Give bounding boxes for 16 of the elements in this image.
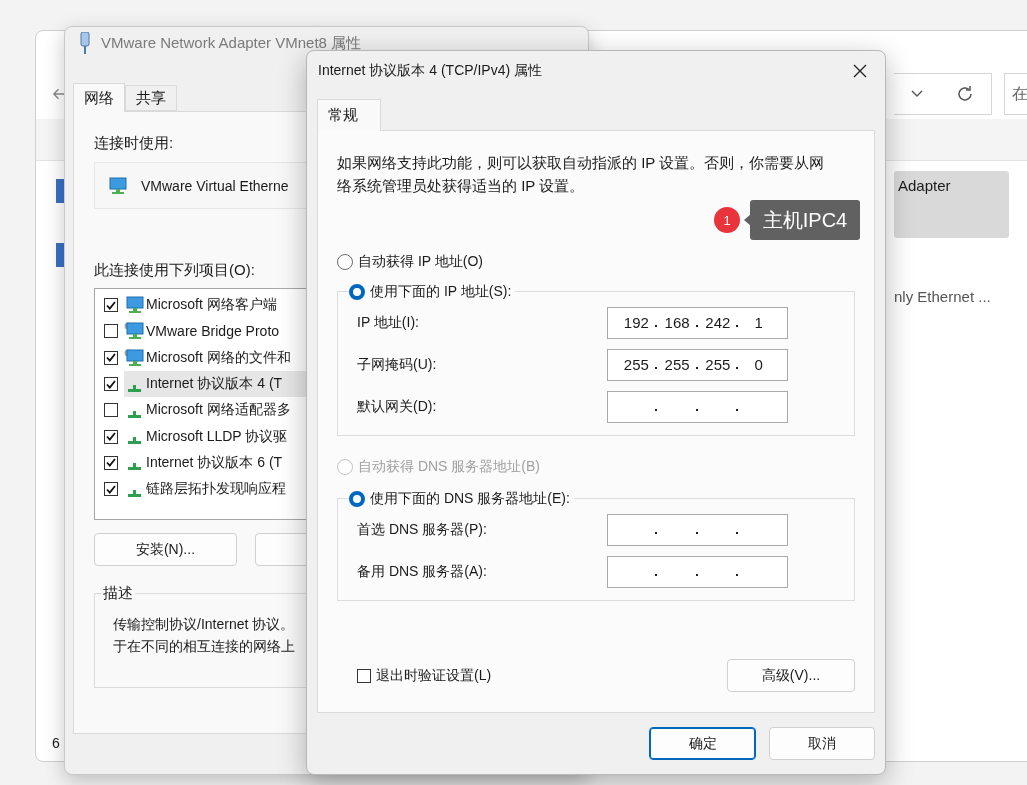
window-title: VMware Network Adapter VMnet8 属性 [101,35,362,51]
description-text: 传输控制协议/Internet 协议。 于在不同的相互连接的网络上 [113,615,296,656]
connect-using-label: 连接时使用: [94,134,174,153]
field-label: IP 地址(I): [357,313,419,332]
intro-text: 如果网络支持此功能，则可以获取自动指派的 IP 设置。否则，你需要从网络系统管理员处获得适当的 IP 设置。 [337,152,826,196]
items-label: 此连接使用下列项目(O): [94,261,255,280]
checkbox-label: 退出时验证设置(L) [376,666,492,685]
adapter-name: VMware Virtual Etherne [141,177,289,194]
item-count: 6 [52,735,60,751]
dialog-title: Internet 协议版本 4 (TCP/IPv4) 属性 [318,61,543,80]
annotation-tooltip: 主机IPC4 [750,200,860,240]
field-label: 子网掩码(U): [357,355,437,374]
field-label: 首选 DNS 服务器(P): [357,520,487,539]
description-title: 描述 [102,584,134,603]
field-label: 默认网关(D): [357,397,437,416]
field-label: 备用 DNS 服务器(A): [357,562,487,581]
